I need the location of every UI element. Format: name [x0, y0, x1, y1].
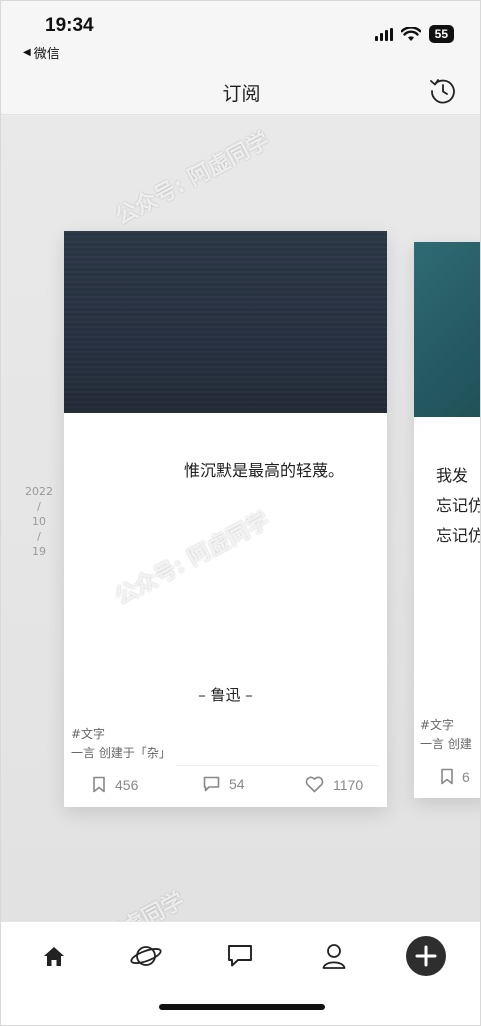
card-tag[interactable]: #文字: [71, 725, 171, 744]
quote-author: – 鲁迅 –: [198, 686, 253, 704]
next-card-bookmark-button[interactable]: 6: [440, 768, 470, 785]
comment-button[interactable]: 54: [203, 776, 245, 792]
next-card-line: 忘记仿: [436, 496, 481, 515]
card-creator: 一言 创建于「杂」: [71, 746, 171, 760]
signal-icon: [374, 27, 393, 41]
next-card-meta: #文字 一言 创建: [420, 716, 472, 754]
add-button[interactable]: [405, 935, 447, 977]
heart-icon: [305, 776, 324, 793]
quote-text: 惟沉默是最高的轻蔑。: [184, 461, 345, 480]
date-month: 10: [32, 515, 46, 528]
card-meta: #文字 一言 创建于「杂」: [71, 725, 171, 763]
back-triangle-icon: ◀: [23, 47, 31, 58]
status-time: 19:34: [45, 15, 94, 36]
card-actions: 456 54 1170: [64, 776, 387, 798]
tab-bar: [1, 921, 480, 1025]
next-card-bookmark-count: 6: [462, 768, 470, 785]
date-day: 19: [32, 545, 46, 558]
next-card-line: 忘记仿: [436, 526, 481, 545]
bookmark-count: 456: [115, 776, 139, 793]
next-card-tag[interactable]: #文字: [420, 716, 472, 735]
back-to-app-link[interactable]: ◀ 微信: [23, 43, 60, 62]
user-icon: [322, 944, 346, 969]
quote-card[interactable]: 惟沉默是最高的轻蔑。 – 鲁迅 – #文字 一言 创建于「杂」 456 54 1…: [64, 231, 387, 807]
next-card-line: 我发: [436, 466, 469, 485]
bookmark-icon: [93, 776, 105, 793]
plus-icon: [406, 936, 446, 976]
home-icon: [44, 947, 64, 966]
comment-count: 54: [229, 776, 245, 792]
date-separator: /: [37, 530, 41, 543]
next-card-text: 我发 忘记仿 忘记仿: [436, 462, 481, 552]
card-date: 2022 / 10 / 19: [19, 484, 59, 559]
next-card-cover-image: [414, 242, 480, 417]
home-indicator[interactable]: [159, 1004, 325, 1010]
tab-discover[interactable]: [126, 936, 166, 976]
comment-icon: [203, 776, 220, 792]
nav-bar: 订阅: [1, 69, 480, 115]
planet-icon: [130, 946, 162, 966]
next-quote-card[interactable]: 我发 忘记仿 忘记仿 #文字 一言 创建 6: [414, 242, 481, 798]
tab-messages[interactable]: [220, 936, 260, 976]
next-card-creator: 一言 创建: [420, 737, 472, 751]
status-icons: 55: [374, 25, 454, 43]
wifi-icon: [400, 26, 421, 41]
history-clock-icon[interactable]: [428, 76, 458, 106]
date-separator: /: [37, 500, 41, 513]
status-bar: 19:34 ◀ 微信 55: [1, 1, 480, 69]
tab-profile[interactable]: [314, 936, 354, 976]
bookmark-button[interactable]: 456: [92, 776, 138, 793]
back-app-label: 微信: [33, 47, 60, 62]
card-cover-image: [64, 231, 387, 413]
battery-icon: 55: [428, 25, 454, 43]
like-button[interactable]: 1170: [305, 776, 363, 793]
page-title: 订阅: [222, 83, 261, 105]
bookmark-icon: [441, 768, 453, 785]
card-divider: [176, 765, 379, 766]
chat-icon: [228, 945, 252, 967]
tab-home[interactable]: [34, 936, 74, 976]
date-year: 2022: [25, 485, 53, 498]
app-screen: 19:34 ◀ 微信 55 订阅 2022 / 10 / 19 惟沉默是最高的轻…: [0, 0, 481, 1026]
like-count: 1170: [333, 776, 364, 793]
